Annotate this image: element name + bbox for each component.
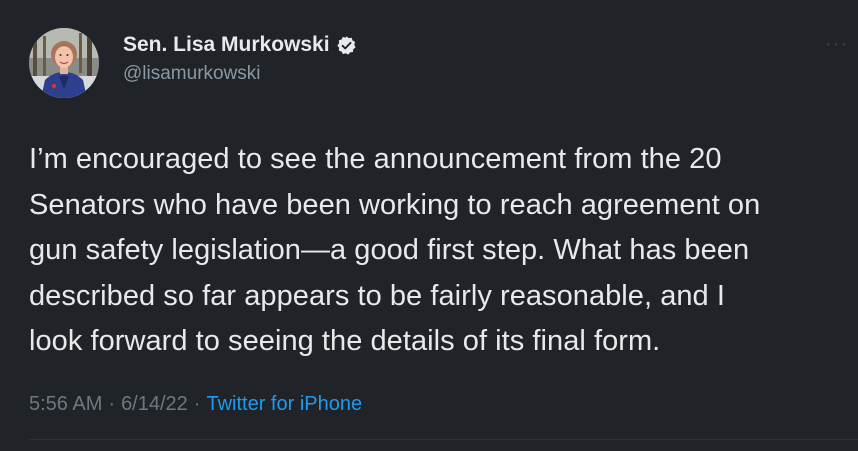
verified-badge-icon	[336, 35, 357, 56]
separator: ·	[193, 393, 201, 415]
ellipsis-icon[interactable]: ···	[825, 34, 848, 54]
avatar[interactable]	[29, 28, 99, 98]
divider	[29, 439, 858, 440]
profile-photo-icon	[29, 28, 99, 98]
tweet-metadata: 5:56 AM · 6/14/22 · Twitter for iPhone	[29, 393, 362, 416]
tweet-date[interactable]: 6/14/22	[121, 393, 188, 416]
separator: ·	[108, 393, 116, 415]
tweet-source-link[interactable]: Twitter for iPhone	[206, 393, 362, 416]
tweet-card: Sen. Lisa Murkowski @lisamurkowski ··· I…	[0, 0, 858, 451]
tweet-time[interactable]: 5:56 AM	[29, 393, 102, 416]
user-handle[interactable]: @lisamurkowski	[123, 63, 261, 85]
author-name-row[interactable]: Sen. Lisa Murkowski	[123, 33, 357, 57]
display-name[interactable]: Sen. Lisa Murkowski	[123, 33, 330, 57]
tweet-text: I’m encouraged to see the announcement f…	[29, 143, 761, 357]
